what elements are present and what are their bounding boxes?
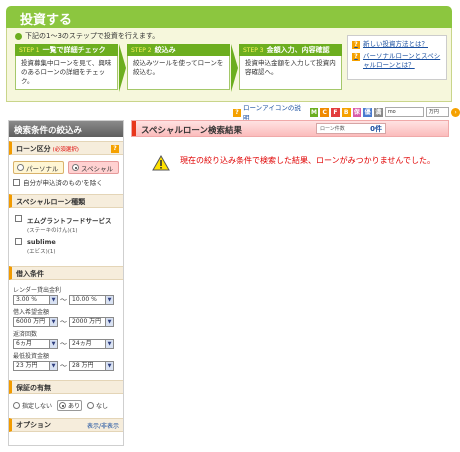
radio-selected-icon xyxy=(72,164,79,171)
radio-icon xyxy=(87,402,95,409)
min-invest-min-select[interactable]: 23 万円 ▼ xyxy=(13,361,58,371)
tag-b-icon: B xyxy=(341,107,351,117)
results-header: スペシャルローン検索結果 ローン件数 0件 xyxy=(131,120,449,137)
checkbox-icon[interactable] xyxy=(15,238,22,245)
step-1: STEP 1 一覧で詳細チェック 投資募集中ローンを見て、興味のあるローンの詳細を… xyxy=(15,44,118,92)
steps-intro-text: 下記の1〜3のステップで投資を行えます。 xyxy=(25,32,160,40)
radio-icon xyxy=(13,402,20,409)
bullet-icon xyxy=(15,32,22,40)
radio-icon xyxy=(17,164,24,171)
unit-select[interactable]: 万円 xyxy=(425,107,450,117)
tag-guarantee-icon: 保 xyxy=(352,107,362,117)
page-title: 投資する xyxy=(20,13,73,28)
step-number: STEP 3 xyxy=(243,47,264,54)
amount-label: 借入希望金額 xyxy=(13,309,50,316)
sidebar-title: 検索条件の絞込み xyxy=(9,121,123,137)
loan-type-special-radio[interactable]: スペシャル xyxy=(68,161,119,174)
steps-panel: 下記の1〜3のステップで投資を行えます。 STEP 1 一覧で詳細チェック 投資募… xyxy=(6,28,452,102)
chevron-down-icon: ▼ xyxy=(105,296,113,304)
rate-min-select[interactable]: 3.00 % ▼ xyxy=(13,295,58,305)
step-number: STEP 2 xyxy=(131,47,152,54)
loan-count-value: 0件 xyxy=(370,125,382,133)
steps-intro: 下記の1〜3のステップで投資を行えます。 xyxy=(15,31,159,41)
step-body: 絞込みツールを使ってローンを絞込む。 xyxy=(127,56,230,90)
loan-type-personal-radio[interactable]: パーソナル xyxy=(13,161,64,174)
amount-min-select[interactable]: 6000 万円 ▼ xyxy=(13,317,58,327)
question-icon: ? xyxy=(352,53,360,61)
step-title: 金額入力、内容確認 xyxy=(266,46,330,54)
guarantee-any-radio[interactable]: 指定しない xyxy=(13,400,52,411)
chevron-down-icon: ▼ xyxy=(49,340,57,348)
results-title: スペシャルローン検索結果 xyxy=(141,126,242,136)
step-arrow-icon xyxy=(119,44,126,92)
chevron-down-icon: ▼ xyxy=(49,362,57,370)
tag-m-icon: M xyxy=(309,107,319,117)
section-loan-conditions: 借入条件 xyxy=(9,266,123,280)
loan-icon-legend: ? ローンアイコンの説明 M C F B 保 優 満 mo 万円 › xyxy=(233,104,460,122)
step-body: 投資申込金額を入力して投資内容確認へ。 xyxy=(239,56,342,90)
help-link-new-method[interactable]: ? 新しい投資方法とは？ xyxy=(352,40,442,49)
repay-label: 返済回数 xyxy=(13,331,38,338)
header-band: 投資する xyxy=(6,6,452,28)
min-invest-max-select[interactable]: 28 万円 ▼ xyxy=(69,361,114,371)
step-title: 一覧で詳細チェック xyxy=(42,46,106,54)
amount-filter-input[interactable]: mo xyxy=(384,107,424,117)
checkbox-icon[interactable] xyxy=(13,178,20,186)
tag-f-icon: F xyxy=(331,107,340,117)
tag-full-icon: 満 xyxy=(374,107,383,117)
no-results-message: 現在の絞り込み条件で検索した結果、ローンがみつかりませんでした。 xyxy=(180,156,435,165)
repay-min-select[interactable]: 6ヵ月 ▼ xyxy=(13,339,58,349)
lender-rate-label: レンダー貸出金利 xyxy=(13,287,62,294)
special-loan-item[interactable]: エムグラントフードサービス (ステーキのけん)(1) xyxy=(15,215,117,234)
chevron-down-icon: ▼ xyxy=(49,318,57,326)
loan-count-label: ローン件数 xyxy=(320,126,345,132)
warning-icon xyxy=(152,155,170,171)
question-icon: ? xyxy=(233,108,241,117)
exclude-own-checkbox[interactable]: 自分が申込済のもの'を除く xyxy=(13,177,119,187)
section-loan-type: ローン区分 (必須選択) ? xyxy=(9,141,123,155)
question-icon: ? xyxy=(352,41,360,49)
special-loan-item[interactable]: sublime (エビス)(1) xyxy=(15,238,117,255)
rate-max-select[interactable]: 10.00 % ▼ xyxy=(69,295,114,305)
repay-max-select[interactable]: 24ヵ月 ▼ xyxy=(69,339,114,349)
guarantee-yes-radio[interactable]: あり xyxy=(57,400,83,411)
option-toggle-link[interactable]: 表示/非表示 xyxy=(87,421,119,430)
min-invest-label: 最低投資金額 xyxy=(13,353,50,360)
go-button[interactable]: › xyxy=(451,107,460,117)
filter-sidebar: 検索条件の絞込み ローン区分 (必須選択) ? パーソナル スペシャル 自分が申込… xyxy=(8,120,124,446)
step-2: STEP 2 絞込み 絞込みツールを使ってローンを絞込む。 xyxy=(127,44,230,92)
question-icon[interactable]: ? xyxy=(111,145,119,153)
chevron-down-icon: ▼ xyxy=(105,362,113,370)
guarantee-no-radio[interactable]: なし xyxy=(87,400,108,411)
chevron-down-icon: ▼ xyxy=(105,340,113,348)
loan-count-box: ローン件数 0件 xyxy=(316,123,386,134)
legend-link[interactable]: ローンアイコンの説明 xyxy=(243,102,306,122)
section-special-types: スペシャルローン種類 xyxy=(9,194,123,208)
help-box: ? 新しい投資方法とは？ ? バーソナルローンとスペシャルローンとは？ xyxy=(347,35,447,80)
step-body: 投資募集中ローンを見て、興味のあるローンの詳細をチェック。 xyxy=(15,56,118,90)
tag-preferred-icon: 優 xyxy=(363,107,373,117)
section-option: オプション 表示/非表示 xyxy=(9,418,123,432)
tag-c-icon: C xyxy=(320,107,330,117)
step-arrow-icon xyxy=(231,44,238,92)
chevron-down-icon: ▼ xyxy=(49,296,57,304)
checkbox-icon[interactable] xyxy=(15,215,22,222)
step-3: STEP 3 金額入力、内容確認 投資申込金額を入力して投資内容確認へ。 xyxy=(239,44,342,92)
chevron-down-icon: ▼ xyxy=(105,318,113,326)
step-number: STEP 1 xyxy=(19,47,40,54)
no-results-notice: 現在の絞り込み条件で検索した結果、ローンがみつかりませんでした。 xyxy=(152,155,442,171)
section-guarantee: 保証の有無 xyxy=(9,380,123,394)
amount-max-select[interactable]: 2000 万円 ▼ xyxy=(69,317,114,327)
help-link-loan-types[interactable]: ? バーソナルローンとスペシャルローンとは？ xyxy=(352,52,442,70)
step-title: 絞込み xyxy=(154,46,176,54)
results-accent-bar xyxy=(132,121,136,136)
radio-selected-icon xyxy=(59,402,67,409)
